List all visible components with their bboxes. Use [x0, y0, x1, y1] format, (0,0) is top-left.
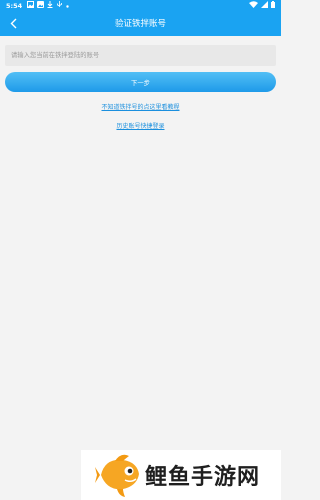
battery-icon	[271, 1, 275, 10]
download-icon	[47, 1, 53, 10]
chevron-left-icon	[10, 18, 16, 28]
nav-bar: 验证铁拌账号	[0, 11, 281, 35]
back-button[interactable]	[4, 13, 22, 33]
account-input[interactable]	[5, 45, 276, 66]
signal-icon	[261, 1, 268, 10]
usb-icon	[56, 1, 63, 10]
wifi-icon	[249, 1, 258, 10]
status-icons-left	[27, 1, 69, 10]
watermark-text: 鲤鱼手游网	[145, 465, 261, 490]
status-time: 5:54	[6, 1, 23, 10]
next-button[interactable]: 下一步	[5, 72, 276, 92]
tutorial-link[interactable]: 不知道铁拌号的点这里看教程	[0, 102, 281, 111]
dot-icon	[66, 2, 69, 10]
photo-icon	[27, 1, 35, 10]
status-bar: 5:54	[0, 0, 281, 11]
carp-logo-icon	[95, 454, 139, 497]
app-header: 5:54 验证铁拌账号	[0, 0, 281, 36]
watermark: 鲤鱼手游网	[81, 450, 281, 500]
status-icons-right	[249, 1, 275, 10]
gallery-icon	[37, 1, 45, 10]
history-login-link[interactable]: 历史账号快捷登录	[0, 121, 281, 130]
page-title: 验证铁拌账号	[114, 19, 166, 29]
